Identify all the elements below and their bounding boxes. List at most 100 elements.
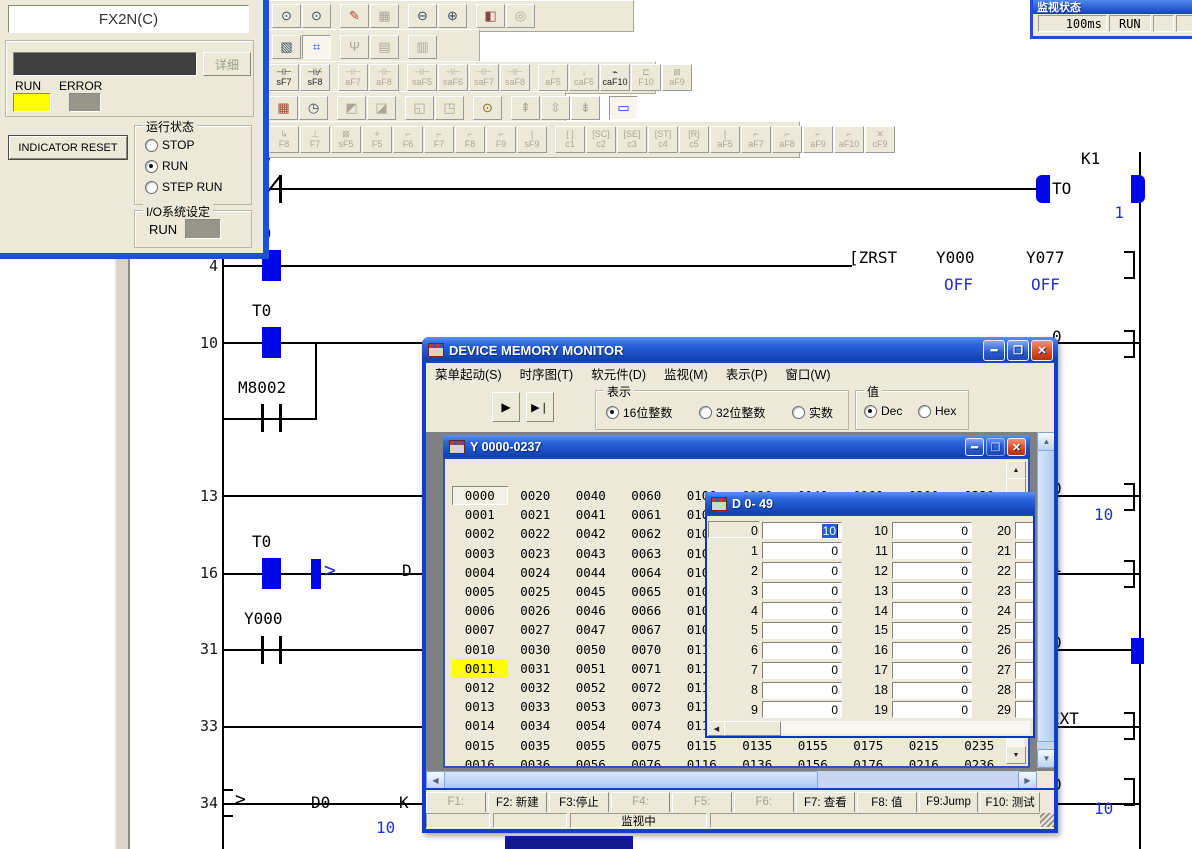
y-cell[interactable]: 0010 (452, 640, 508, 659)
zoom-in-icon[interactable]: ⊕ (438, 4, 467, 28)
d-value-box[interactable]: 0 (892, 622, 972, 639)
tool-F9[interactable]: ⌐F9 (486, 126, 516, 153)
d-value-box[interactable] (1015, 542, 1033, 559)
d-value-box[interactable] (1015, 662, 1033, 679)
tool-F5[interactable]: +F5 (362, 126, 392, 153)
y-cell[interactable]: 0005 (452, 582, 508, 601)
menu-item[interactable]: 软元件(D) (582, 362, 655, 385)
y-cell[interactable]: 0013 (452, 697, 508, 716)
fkey-f2[interactable]: F2: 新建 (488, 792, 548, 813)
y-cell[interactable]: 0176 (841, 755, 897, 766)
tool-sF9[interactable]: ❘sF9 (517, 126, 547, 153)
d-value-box[interactable]: 0 (762, 622, 842, 639)
tool-saF5[interactable]: ⊣⊢saF5 (407, 64, 437, 91)
monitor-start-all-button[interactable]: ▶❘ (526, 392, 554, 422)
tool-c4[interactable]: [ST]c4 (648, 126, 678, 153)
y-cell[interactable]: 0046 (563, 601, 619, 620)
d-value-box[interactable]: 0 (762, 682, 842, 699)
tile-icon[interactable]: ◳ (435, 96, 464, 120)
radio-real-number[interactable]: 实数 (792, 404, 833, 421)
y-cell[interactable]: 0036 (508, 755, 564, 766)
menu-item[interactable]: 窗口(W) (776, 362, 839, 385)
tool-sF5[interactable]: ⊠sF5 (331, 126, 361, 153)
y-cell[interactable]: 0052 (563, 678, 619, 697)
y-cell[interactable]: 0175 (841, 735, 897, 754)
y-cell[interactable]: 0054 (563, 716, 619, 735)
radio-stop[interactable]: STOP (145, 138, 194, 152)
device-monitor-titlebar[interactable]: DEVICE MEMORY MONITOR ━ ❐ ✕ (422, 337, 1058, 363)
tool-aF5[interactable]: ↑aF5 (538, 64, 568, 91)
d-value-box[interactable]: 0 (892, 582, 972, 599)
y-cell[interactable]: 0045 (563, 582, 619, 601)
y-cell[interactable]: 0235 (952, 735, 1008, 754)
d-value-box[interactable] (1015, 522, 1033, 539)
splitter-handle[interactable] (114, 252, 130, 849)
y-cell[interactable]: 0043 (563, 544, 619, 563)
menu-item[interactable]: 监视(M) (655, 362, 717, 385)
y-cell[interactable]: 0001 (452, 505, 508, 524)
scroll-down-button[interactable]: ▼ (1006, 746, 1026, 764)
maximize-button[interactable]: ❐ (1007, 340, 1029, 361)
y-cell[interactable]: 0115 (674, 735, 730, 754)
y-cell[interactable]: 0003 (452, 544, 508, 563)
y-cell[interactable]: 0062 (619, 524, 675, 543)
y-cell[interactable]: 0051 (563, 659, 619, 678)
radio-32bit-integer[interactable]: 32位整数 (699, 404, 765, 421)
y-cell[interactable]: 0055 (563, 735, 619, 754)
tool-aF9[interactable]: ⊠aF9 (662, 64, 692, 91)
y-minimize-button[interactable]: ━ (965, 438, 984, 456)
y-cell[interactable]: 0116 (674, 755, 730, 766)
radio-step-run[interactable]: STEP RUN (145, 180, 222, 194)
d-value-box[interactable] (1015, 682, 1033, 699)
tool-c1[interactable]: [ ]c1 (555, 126, 585, 153)
resize-grip[interactable] (1040, 813, 1054, 827)
tool-caF5[interactable]: ↓caF5 (569, 64, 599, 91)
radio-dec[interactable]: Dec (864, 404, 902, 418)
y-cell[interactable]: 0006 (452, 601, 508, 620)
tool-c5[interactable]: [R]c5 (679, 126, 709, 153)
y-cell[interactable]: 0035 (508, 735, 564, 754)
edit-device-icon[interactable]: ✎ (340, 4, 369, 28)
d-value-box[interactable] (1015, 622, 1033, 639)
y-cell[interactable]: 0024 (508, 563, 564, 582)
y-cell[interactable]: 0002 (452, 524, 508, 543)
d-value-box[interactable]: 0 (762, 562, 842, 579)
fkey-f8[interactable]: F8: 值 (857, 792, 917, 813)
y-cell[interactable]: 0016 (452, 755, 508, 766)
y-cell[interactable]: 0034 (508, 716, 564, 735)
branch-icon[interactable]: Ψ (340, 35, 369, 59)
y-cell[interactable]: 0061 (619, 505, 675, 524)
menu-item[interactable]: 菜单起动(S) (426, 362, 511, 385)
d-value-box[interactable]: 0 (762, 662, 842, 679)
radio-16bit-integer[interactable]: 16位整数 (606, 404, 672, 421)
y-cell[interactable]: 0215 (896, 735, 952, 754)
close-button[interactable]: ✕ (1031, 340, 1053, 361)
tool-aF7[interactable]: ⊣⊢aF7 (338, 64, 368, 91)
fkey-f4[interactable]: F4: (611, 792, 671, 813)
d-value-box[interactable]: 0 (892, 642, 972, 659)
monitor-time-icon[interactable]: ◷ (299, 96, 328, 120)
mdi-vertical-scrollbar[interactable]: ▲ ▼ (1037, 432, 1054, 768)
y-cell[interactable]: 0155 (785, 735, 841, 754)
y-cell[interactable]: 0071 (619, 659, 675, 678)
d-value-box[interactable]: 0 (892, 562, 972, 579)
fkey-f5[interactable]: F5: (672, 792, 732, 813)
tool-cF9[interactable]: ✕cF9 (865, 126, 895, 153)
menu-item[interactable]: 时序图(T) (511, 362, 582, 385)
y-cell[interactable]: 0236 (952, 755, 1008, 766)
tool-aF5[interactable]: ❘aF5 (710, 126, 740, 153)
find-device-icon[interactable]: ⊙ (473, 96, 502, 120)
tool-aF8[interactable]: ⌐aF8 (772, 126, 802, 153)
y-cell[interactable]: 0065 (619, 582, 675, 601)
new-view-icon[interactable]: ▧ (272, 35, 301, 59)
zoom-ladder-icon[interactable]: ⊙ (272, 4, 301, 28)
d-value-box[interactable]: 0 (892, 602, 972, 619)
y-cell[interactable]: 0030 (508, 640, 564, 659)
y-cell[interactable]: 0007 (452, 620, 508, 639)
tool-F6[interactable]: ⌐F6 (393, 126, 423, 153)
d-value-box[interactable]: 0 (892, 701, 972, 718)
d-value-box[interactable] (1015, 701, 1033, 718)
d-value-box[interactable]: 0 (892, 682, 972, 699)
y-cell[interactable]: 0075 (619, 735, 675, 754)
y-cell[interactable]: 0050 (563, 640, 619, 659)
